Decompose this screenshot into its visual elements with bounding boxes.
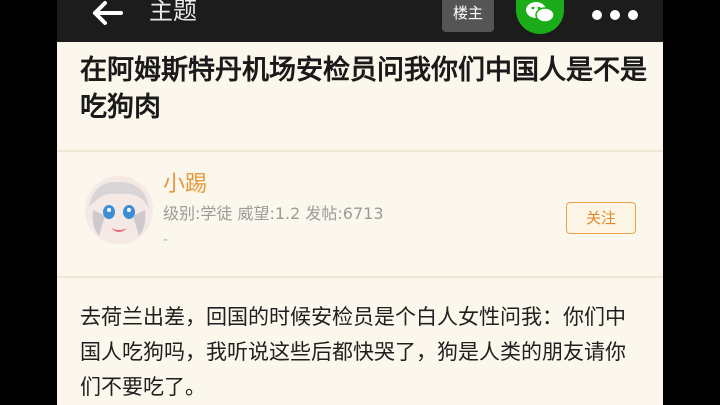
app-screen: 主题 楼主 在阿姆斯特丹机场安检员问我你们中国人是不是吃狗肉 小踢 级别:学徒 …	[57, 0, 663, 405]
avatar[interactable]	[85, 176, 153, 244]
thread-header: 在阿姆斯特丹机场安检员问我你们中国人是不是吃狗肉	[57, 42, 663, 152]
author-card: 小踢 级别:学徒 威望:1.2 发帖:6713 - 关注	[57, 152, 663, 278]
page-title: 主题	[149, 0, 197, 25]
arrow-left-icon	[93, 1, 123, 25]
wechat-icon	[526, 2, 555, 23]
thread-title: 在阿姆斯特丹机场安检员问我你们中国人是不是吃狗肉	[80, 55, 647, 123]
follow-button[interactable]: 关注	[566, 202, 636, 234]
post-text: 去荷兰出差，回国的时候安检员是个白人女性问我：你们中国人吃狗吗，我听说这些后都快…	[80, 305, 626, 399]
author-name[interactable]: 小踢	[163, 166, 207, 198]
author-stats: 级别:学徒 威望:1.2 发帖:6713	[163, 204, 384, 223]
more-button[interactable]	[592, 6, 638, 20]
author-extra: -	[163, 232, 169, 248]
top-navigation-bar: 主题 楼主	[57, 0, 663, 42]
wechat-share-button[interactable]	[516, 0, 564, 34]
post-body: 去荷兰出差，回国的时候安检员是个白人女性问我：你们中国人吃狗吗，我听说这些后都快…	[57, 278, 663, 405]
back-button[interactable]	[85, 0, 125, 30]
only-op-button[interactable]: 楼主	[442, 0, 494, 32]
more-dots-icon	[592, 10, 638, 20]
anime-avatar-image	[85, 176, 153, 244]
